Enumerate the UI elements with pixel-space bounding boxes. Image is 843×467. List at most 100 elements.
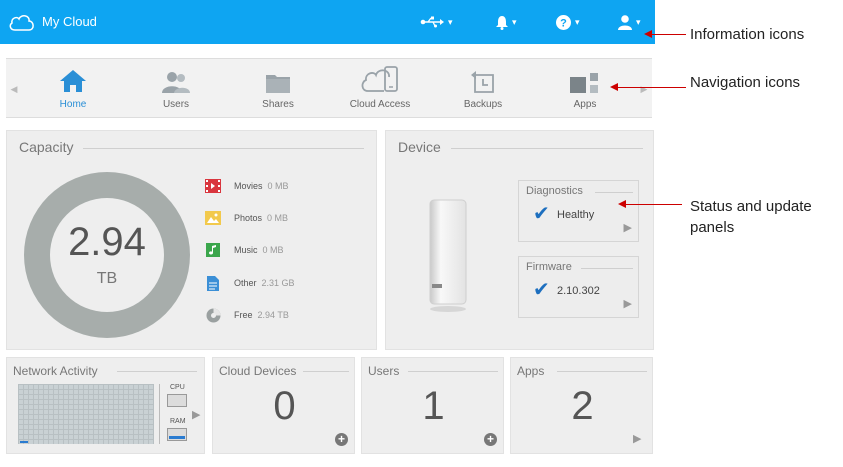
nav-label-shares: Shares xyxy=(262,99,294,110)
chevron-down-icon: ▾ xyxy=(636,16,641,27)
network-activity-graph xyxy=(18,384,154,444)
legend-value: 0 MB xyxy=(267,213,289,223)
divider xyxy=(303,371,349,372)
apps-icon xyxy=(570,73,598,93)
legend-value: 2.31 GB xyxy=(261,278,295,288)
folder-icon xyxy=(266,75,290,93)
chevron-down-icon: ▾ xyxy=(448,16,453,27)
divider xyxy=(557,371,647,372)
network-activity-title: Network Activity xyxy=(13,364,102,378)
check-icon: ✔ xyxy=(533,277,550,301)
cloud-logo-icon xyxy=(9,15,34,31)
nav-item-backups[interactable]: Backups xyxy=(438,65,528,115)
apps-count: 2 xyxy=(571,384,594,428)
device-image xyxy=(429,199,467,312)
ram-label: RAM xyxy=(170,418,186,425)
device-title: Device xyxy=(398,139,451,155)
legend-free: Free 2.94 TB xyxy=(204,306,289,324)
firmware-panel[interactable]: Firmware ✔ 2.10.302 ▶ xyxy=(518,256,639,318)
divider xyxy=(595,192,633,193)
legend-label: Free xyxy=(234,310,253,320)
apps-panel[interactable]: Apps 2 ▶ xyxy=(510,357,653,454)
app-title: My Cloud xyxy=(42,14,97,29)
chevron-down-icon: ▾ xyxy=(512,16,517,27)
annotation-navigation-icons: Navigation icons xyxy=(690,74,801,91)
annotation-line xyxy=(616,87,686,88)
user-icon xyxy=(618,14,632,30)
usb-menu-button[interactable]: ▾ xyxy=(420,11,453,33)
usb-icon xyxy=(420,16,444,28)
top-bar: My Cloud ▾ ▾ ? ▾ ▾ xyxy=(0,0,655,44)
nav-scroll-right-button[interactable]: ▶ xyxy=(636,59,652,119)
nav-label-cloud-access: Cloud Access xyxy=(349,99,411,110)
diagnostics-panel[interactable]: Diagnostics ✔ Healthy ▶ xyxy=(518,180,639,242)
cpu-meter xyxy=(167,394,187,407)
users-title: Users xyxy=(368,364,404,378)
divider xyxy=(159,384,160,444)
users-icon xyxy=(162,72,190,93)
nav-item-home[interactable]: Home xyxy=(28,65,118,115)
help-icon: ? xyxy=(556,14,571,30)
svg-text:?: ? xyxy=(560,17,567,29)
notifications-button[interactable]: ▾ xyxy=(496,11,517,33)
users-panel[interactable]: Users 1 + xyxy=(361,357,504,454)
legend-value: 0 MB xyxy=(262,245,284,255)
legend-value: 0 MB xyxy=(267,181,289,191)
annotation-status-panels: Status and update panels xyxy=(690,198,812,236)
diagnostics-title: Diagnostics xyxy=(526,185,583,197)
check-icon: ✔ xyxy=(533,201,550,225)
music-icon xyxy=(206,243,220,257)
user-menu-button[interactable]: ▾ xyxy=(618,11,641,33)
capacity-value: 2.94 xyxy=(68,220,146,264)
nav-item-shares[interactable]: Shares xyxy=(233,65,323,115)
home-icon xyxy=(60,70,86,92)
divider xyxy=(581,268,633,269)
photos-icon xyxy=(205,211,221,225)
legend-photos: Photos 0 MB xyxy=(204,209,288,227)
diagnostics-status: Healthy xyxy=(557,209,595,221)
capacity-unit: TB xyxy=(96,270,118,287)
legend-music: Music 0 MB xyxy=(204,241,284,259)
firmware-title: Firmware xyxy=(526,261,572,273)
users-count: 1 xyxy=(422,384,445,428)
navigation-bar: ◀ ▶ Home Users Shares Cloud Access Backu… xyxy=(6,58,652,118)
firmware-version: 2.10.302 xyxy=(557,285,600,297)
add-user-icon[interactable]: + xyxy=(484,433,497,446)
legend-other: Other 2.31 GB xyxy=(204,274,295,292)
chevron-right-icon[interactable]: ▶ xyxy=(624,297,632,310)
annotation-line xyxy=(624,204,682,205)
chevron-right-icon[interactable]: ▶ xyxy=(633,432,641,445)
legend-label: Movies xyxy=(234,181,263,191)
divider xyxy=(117,371,197,372)
chevron-right-icon[interactable]: ▶ xyxy=(192,408,200,421)
nav-label-backups: Backups xyxy=(463,99,503,110)
nav-scroll-left-button[interactable]: ◀ xyxy=(6,59,22,119)
legend-movies: Movies 0 MB xyxy=(204,177,289,195)
capacity-title: Capacity xyxy=(19,139,84,155)
movies-icon xyxy=(205,179,221,193)
nav-item-users[interactable]: Users xyxy=(131,65,221,115)
add-cloud-device-icon[interactable]: + xyxy=(335,433,348,446)
cpu-label: CPU xyxy=(170,384,185,391)
backup-icon xyxy=(471,71,494,93)
nav-item-cloud-access[interactable]: Cloud Access xyxy=(335,65,425,115)
legend-label: Photos xyxy=(234,213,263,223)
free-icon xyxy=(206,308,220,322)
cloud-access-icon xyxy=(361,66,398,92)
ram-meter xyxy=(167,428,187,441)
annotation-information-icons: Information icons xyxy=(690,26,805,43)
cloud-devices-title: Cloud Devices xyxy=(219,364,301,378)
legend-label: Other xyxy=(234,278,257,288)
chevron-right-icon[interactable]: ▶ xyxy=(624,221,632,234)
legend-value: 2.94 TB xyxy=(257,310,289,320)
cloud-devices-panel[interactable]: Cloud Devices 0 + xyxy=(212,357,355,454)
help-menu-button[interactable]: ? ▾ xyxy=(556,11,580,33)
bell-icon xyxy=(496,15,508,30)
divider xyxy=(408,371,498,372)
cloud-devices-count: 0 xyxy=(273,384,296,428)
nav-label-apps: Apps xyxy=(573,99,597,110)
other-icon xyxy=(207,275,219,291)
chevron-down-icon: ▾ xyxy=(575,16,580,27)
capacity-total: 2.94 TB xyxy=(50,198,164,312)
nav-label-users: Users xyxy=(162,99,190,110)
